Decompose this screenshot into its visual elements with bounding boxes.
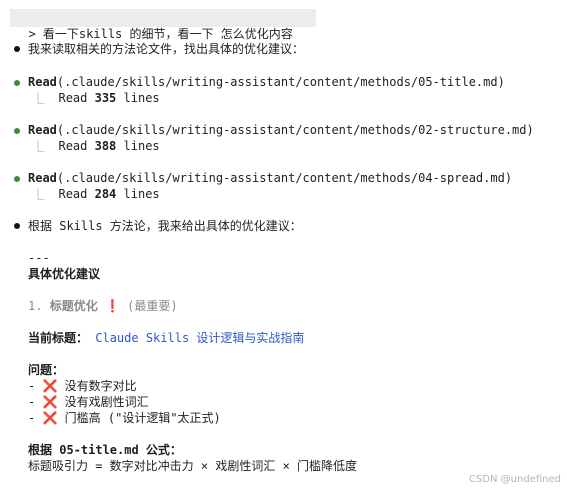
x-mark-icon: ❌ bbox=[42, 379, 58, 393]
result-suffix: lines bbox=[123, 187, 160, 201]
list-dash: - bbox=[28, 379, 36, 393]
tool-name: Read bbox=[28, 123, 57, 137]
problem-text: 没有数字对比 bbox=[64, 379, 137, 393]
tree-branch-icon: ⎿ bbox=[32, 139, 45, 153]
tree-branch-icon: ⎿ bbox=[32, 187, 45, 201]
assistant-message-conclusion: 根据 Skills 方法论，我来给出具体的优化建议： bbox=[28, 219, 302, 233]
section-heading: 具体优化建议 bbox=[28, 267, 101, 281]
tool-result-3: ⎿ Read 284 lines bbox=[32, 186, 160, 202]
subsection-title: 1. 标题优化 ❗ (最重要) bbox=[28, 298, 178, 314]
bullet-icon bbox=[14, 223, 20, 229]
list-dash: - bbox=[28, 411, 36, 425]
list-dash: - bbox=[28, 395, 36, 409]
tree-branch-icon: ⎿ bbox=[32, 91, 45, 105]
result-suffix: lines bbox=[123, 91, 160, 105]
result-count: 388 bbox=[94, 139, 117, 153]
x-mark-icon: ❌ bbox=[42, 395, 58, 409]
tool-result-1: ⎿ Read 335 lines bbox=[32, 90, 160, 106]
section-title: 标题优化 bbox=[49, 299, 98, 313]
x-mark-icon: ❌ bbox=[42, 411, 58, 425]
tool-path: (.claude/skills/writing-assistant/conten… bbox=[56, 123, 534, 137]
problem-text: 没有戏剧性词汇 bbox=[64, 395, 149, 409]
result-prefix: Read bbox=[58, 139, 88, 153]
tool-call-read-3[interactable]: Read(.claude/skills/writing-assistant/co… bbox=[28, 170, 512, 186]
tool-call-read-1[interactable]: Read(.claude/skills/writing-assistant/co… bbox=[28, 74, 505, 90]
bullet-icon bbox=[14, 46, 20, 52]
watermark: CSDN @undefined bbox=[468, 474, 561, 485]
tool-status-icon bbox=[14, 176, 20, 182]
tool-status-icon bbox=[14, 128, 20, 134]
problem-text: 门槛高 ("设计逻辑"太正式) bbox=[64, 411, 221, 425]
result-count: 335 bbox=[94, 91, 117, 105]
problems-label: 问题： bbox=[28, 363, 65, 377]
prompt-text: 看一下skills 的细节，看一下 怎么优化内容 bbox=[42, 27, 293, 41]
result-count: 284 bbox=[94, 187, 117, 201]
tool-path: (.claude/skills/writing-assistant/conten… bbox=[56, 75, 505, 89]
result-prefix: Read bbox=[58, 91, 88, 105]
problem-item: - ❌ 没有戏剧性词汇 bbox=[28, 394, 149, 410]
section-note: (最重要) bbox=[127, 299, 178, 313]
user-prompt: > 看一下skills 的细节，看一下 怎么优化内容 bbox=[14, 10, 293, 42]
current-title-value: Claude Skills 设计逻辑与实战指南 bbox=[95, 331, 305, 345]
tool-call-read-2[interactable]: Read(.claude/skills/writing-assistant/co… bbox=[28, 122, 534, 138]
problem-item: - ❌ 门槛高 ("设计逻辑"太正式) bbox=[28, 410, 221, 426]
prompt-prefix: > bbox=[28, 27, 36, 41]
result-suffix: lines bbox=[123, 139, 160, 153]
tool-path: (.claude/skills/writing-assistant/conten… bbox=[56, 171, 513, 185]
tool-name: Read bbox=[28, 75, 57, 89]
problem-item: - ❌ 没有数字对比 bbox=[28, 378, 137, 394]
tool-status-icon bbox=[14, 80, 20, 86]
tool-result-2: ⎿ Read 388 lines bbox=[32, 138, 160, 154]
current-title-label: 当前标题： bbox=[28, 331, 89, 345]
formula-label: 根据 05-title.md 公式： bbox=[28, 443, 182, 457]
section-number: 1. bbox=[28, 299, 43, 313]
assistant-message-intro: 我来读取相关的方法论文件，找出具体的优化建议： bbox=[28, 42, 305, 56]
formula-text: 标题吸引力 = 数字对比冲击力 × 戏剧性词汇 × 门槛降低度 bbox=[28, 459, 358, 473]
divider: --- bbox=[28, 251, 50, 265]
tool-name: Read bbox=[28, 171, 57, 185]
result-prefix: Read bbox=[58, 187, 88, 201]
exclamation-icon: ❗ bbox=[104, 299, 120, 313]
current-title: 当前标题： Claude Skills 设计逻辑与实战指南 bbox=[28, 330, 304, 346]
